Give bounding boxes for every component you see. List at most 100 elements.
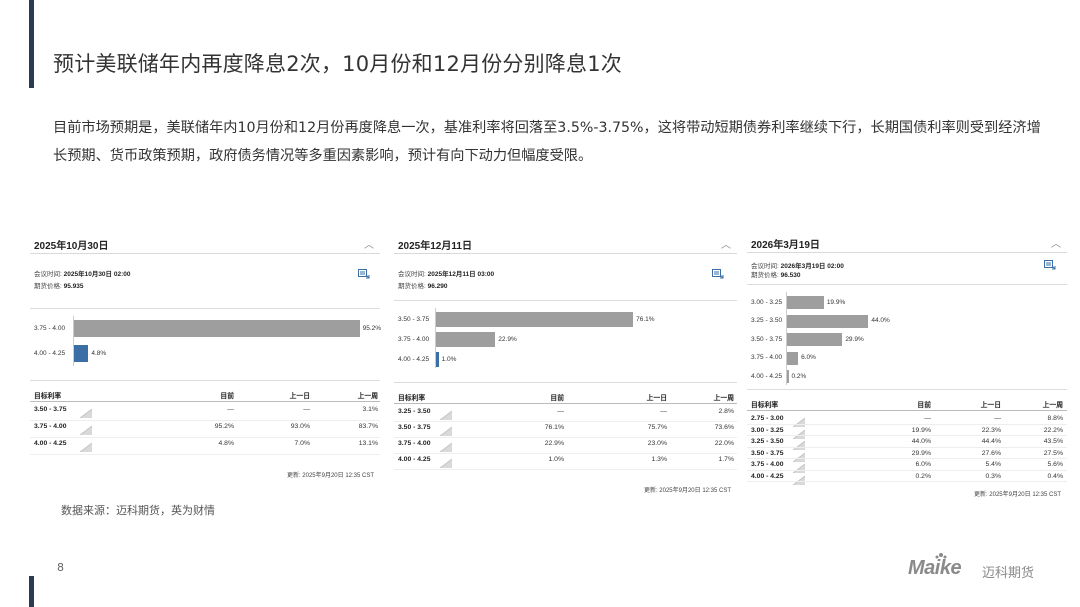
row-prev-day-value: —: [303, 406, 310, 413]
trend-chart-icon[interactable]: [439, 455, 453, 469]
export-icon[interactable]: [712, 267, 724, 279]
meeting-date-title: 2026年3月19日: [751, 240, 820, 251]
row-prev-day-value: 23.0%: [647, 440, 667, 447]
table-row: 3.25 - 3.50 44.0% 44.4% 43.5%: [747, 437, 1067, 451]
row-rate-range: 3.25 - 3.50: [751, 438, 784, 445]
row-rate-range: 2.75 - 3.00: [751, 415, 784, 422]
probability-bar: [436, 332, 496, 347]
row-now-value: 19.9%: [911, 426, 931, 434]
fedwatch-panel-dec: 2025年12月11日 ︿ 会议时间: 2025年12月11日 03:00 期货价格:…: [394, 232, 737, 500]
row-prev-day-value: 7.0%: [294, 440, 311, 447]
fedwatch-panel-oct: 2025年10月30日 ︿ 会议时间: 2025年10月30日 02:00 期货价格:…: [30, 232, 382, 494]
bar-value-label: 1.0%: [441, 355, 457, 363]
bar-value-label: 95.2%: [362, 324, 382, 332]
trend-chart-icon[interactable]: [439, 423, 453, 437]
row-prev-week-value: 0.4%: [1047, 472, 1064, 480]
bar-value-label: 29.9%: [845, 335, 864, 343]
collapse-caret-icon[interactable]: ︿: [721, 236, 731, 251]
trend-chart-icon[interactable]: [79, 405, 93, 419]
chart-top-divider: [30, 308, 380, 309]
probability-bar: [787, 351, 799, 365]
table-row: 4.00 - 4.25 1.0% 1.3% 1.7%: [394, 455, 737, 471]
chart-bottom-divider: [747, 389, 1067, 390]
last-updated-note: 更新: 2025年9月20日 12:35 CST: [643, 488, 731, 494]
row-prev-day-value: 5.4%: [985, 461, 1002, 468]
probability-bar: [436, 312, 634, 327]
bar-axis-line: [786, 292, 787, 385]
row-rate-range: 3.50 - 3.75: [398, 424, 431, 431]
row-rate-range: 3.75 - 4.00: [751, 461, 784, 468]
row-prev-week-value: 22.2%: [1043, 426, 1063, 434]
row-now-value: 29.9%: [911, 449, 931, 457]
table-row-divider: [747, 458, 1067, 459]
collapse-caret-icon[interactable]: ︿: [1051, 235, 1061, 250]
trend-chart-icon[interactable]: [792, 414, 806, 428]
bar-value-label: 0.2%: [791, 372, 807, 380]
row-now-value: —: [557, 408, 564, 415]
table-row-divider: [747, 481, 1067, 482]
row-prev-day-value: 0.3%: [985, 472, 1002, 480]
table-row-divider: [30, 454, 380, 455]
row-now-value: 6.0%: [915, 461, 932, 468]
table-header-now: 目前: [917, 402, 931, 409]
row-rate-range: 3.25 - 3.50: [398, 408, 431, 415]
row-prev-day-value: 44.4%: [981, 438, 1001, 445]
table-header-prev-day: 上一日: [289, 393, 310, 400]
trend-chart-icon[interactable]: [792, 472, 806, 485]
table-row-divider: [394, 437, 737, 438]
table-row: 2.75 - 3.00 — — 8.8%: [747, 414, 1067, 428]
trend-chart-icon[interactable]: [792, 426, 806, 439]
probability-bar: [787, 333, 843, 346]
futures-price-line: 期货价格: 96.530: [751, 272, 801, 279]
bar-axis-line: [73, 316, 74, 366]
logo-chinese-name: 迈科期货: [982, 566, 1035, 581]
table-row: 3.75 - 4.00 95.2% 93.0% 83.7%: [30, 422, 380, 439]
trend-chart-icon[interactable]: [792, 449, 806, 462]
table-row-divider: [394, 453, 737, 454]
bar-category-label: 4.00 - 4.25: [751, 372, 783, 380]
table-header-prev-day: 上一日: [646, 395, 667, 402]
export-icon[interactable]: [358, 267, 370, 279]
row-prev-week-value: 83.7%: [358, 423, 378, 430]
row-rate-range: 3.75 - 4.00: [34, 423, 67, 430]
table-header-prev-week: 上一周: [713, 395, 734, 402]
futures-price-value: 95.935: [63, 283, 84, 290]
table-header-divider: [747, 410, 1067, 411]
futures-price-value: 96.290: [427, 283, 448, 290]
collapse-caret-icon[interactable]: ︿: [364, 236, 374, 251]
bar-category-label: 3.50 - 3.75: [398, 315, 430, 323]
export-icon[interactable]: [1044, 258, 1056, 270]
table-header-target-rate: 目标利率: [751, 402, 779, 409]
table-row: 3.50 - 3.75 — — 3.1%: [30, 405, 380, 422]
row-prev-week-value: 1.7%: [718, 456, 735, 463]
table-header-now: 目前: [220, 393, 234, 400]
trend-chart-icon[interactable]: [439, 439, 453, 453]
row-prev-week-value: 5.6%: [1047, 461, 1064, 468]
row-prev-day-value: 22.3%: [981, 426, 1001, 434]
bar-category-label: 4.00 - 4.25: [398, 355, 430, 363]
bar-value-label: 4.8%: [91, 349, 107, 357]
trend-chart-icon[interactable]: [792, 437, 806, 451]
row-now-value: 22.9%: [544, 440, 564, 447]
row-now-value: 95.2%: [214, 423, 234, 430]
probability-bar: [436, 352, 439, 367]
meeting-time-line: 会议时间: 2025年12月11日 03:00: [398, 271, 495, 278]
trend-chart-icon[interactable]: [792, 460, 806, 474]
row-prev-day-value: 75.7%: [647, 424, 667, 431]
row-rate-range: 3.50 - 3.75: [34, 406, 67, 413]
row-prev-week-value: 43.5%: [1043, 438, 1063, 445]
row-prev-week-value: 8.8%: [1047, 415, 1064, 422]
row-prev-day-value: —: [660, 408, 667, 415]
probability-bar: [787, 296, 824, 309]
trend-chart-icon[interactable]: [79, 422, 93, 436]
table-header-target-rate: 目标利率: [398, 395, 426, 402]
bar-value-label: 44.0%: [871, 317, 890, 324]
table-header-divider: [30, 401, 380, 402]
row-rate-range: 4.00 - 4.25: [751, 472, 784, 480]
trend-chart-icon[interactable]: [439, 407, 453, 421]
chart-bottom-divider: [30, 380, 380, 381]
trend-chart-icon[interactable]: [79, 439, 93, 453]
table-header-prev-week: 上一周: [357, 393, 378, 400]
accent-bar-top: [29, 0, 34, 88]
row-rate-range: 3.75 - 4.00: [398, 440, 431, 447]
